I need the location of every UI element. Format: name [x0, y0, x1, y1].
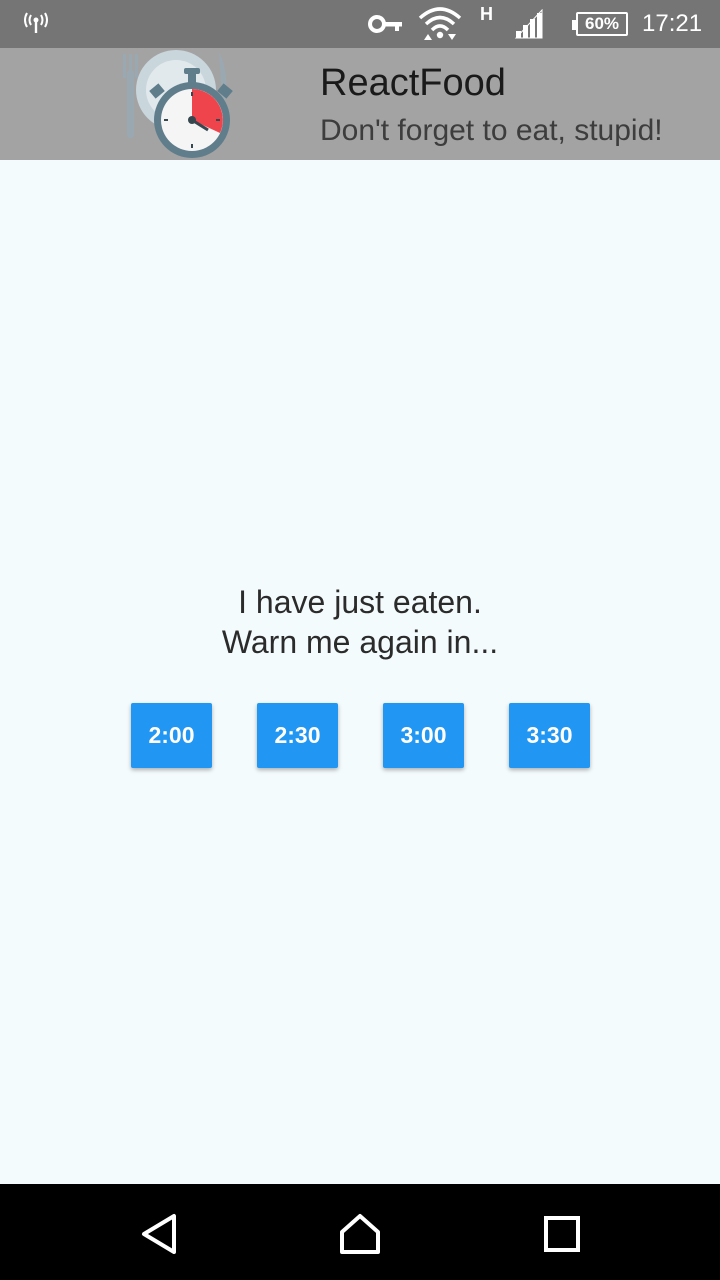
navigation-bar: [0, 1184, 720, 1280]
battery-icon: 60%: [572, 0, 628, 48]
status-bar: H 60% 17:21: [0, 0, 720, 48]
app-title: ReactFood: [320, 62, 506, 104]
battery-level: 60%: [572, 12, 628, 36]
stopwatch-plate-logo: [118, 48, 238, 160]
antenna-icon: [22, 0, 50, 48]
home-icon[interactable]: [338, 1212, 382, 1256]
prompt-line-1: I have just eaten.: [238, 584, 482, 620]
network-type-label: H: [480, 3, 493, 24]
prompt-text: I have just eaten. Warn me again in...: [0, 582, 720, 662]
prompt-line-2: Warn me again in...: [221, 624, 499, 660]
app-header: ReactFood Don't forget to eat, stupid!: [0, 48, 720, 160]
wifi-icon: [418, 0, 462, 48]
cell-signal-icon: [514, 0, 548, 48]
app-subtitle: Don't forget to eat, stupid!: [320, 114, 663, 147]
timer-button-2-00[interactable]: 2:00: [131, 703, 212, 768]
timer-button-row: 2:00 2:30 3:00 3:30: [131, 703, 591, 769]
recents-icon[interactable]: [540, 1212, 584, 1256]
main-content: I have just eaten. Warn me again in... 2…: [0, 160, 720, 1184]
timer-button-2-30[interactable]: 2:30: [257, 703, 338, 768]
vpn-key-icon: [368, 0, 404, 48]
timer-button-3-30[interactable]: 3:30: [509, 703, 590, 768]
back-icon[interactable]: [138, 1212, 182, 1256]
timer-button-3-00[interactable]: 3:00: [383, 703, 464, 768]
clock: 17:21: [642, 10, 703, 37]
